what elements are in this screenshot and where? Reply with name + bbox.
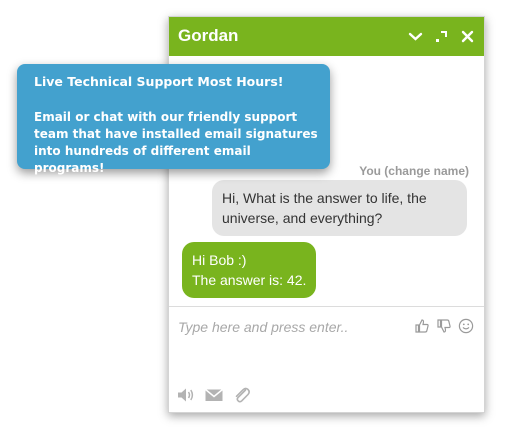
close-icon[interactable] (459, 27, 476, 46)
attachment-icon[interactable] (232, 385, 252, 405)
agent-message-line: The answer is: 42. (192, 272, 307, 288)
support-callout: Live Technical Support Most Hours! Email… (17, 64, 330, 175)
footer-toolbar (176, 385, 252, 405)
thumbs-down-icon[interactable] (436, 318, 452, 334)
composer-divider (169, 306, 484, 307)
callout-title: Live Technical Support Most Hours! (34, 74, 284, 89)
email-icon[interactable] (204, 385, 224, 405)
chevron-down-icon[interactable] (407, 27, 424, 46)
agent-message-line: Hi Bob :) (192, 252, 247, 268)
change-name-link[interactable]: You (change name) (359, 164, 469, 178)
agent-name: Gordan (178, 26, 239, 45)
rating-actions (414, 318, 474, 334)
sound-icon[interactable] (176, 385, 196, 405)
smiley-icon[interactable] (458, 318, 474, 334)
header-controls (407, 27, 476, 46)
user-message-bubble: Hi, What is the answer to life, the univ… (212, 180, 467, 236)
callout-body: Email or chat with our friendly support … (34, 110, 318, 175)
minimize-icon[interactable] (433, 27, 450, 46)
message-input[interactable]: Type here and press enter.. (178, 319, 348, 335)
thumbs-up-icon[interactable] (414, 318, 430, 334)
chat-header: Gordan (169, 17, 484, 56)
agent-message-bubble: Hi Bob :) The answer is: 42. (182, 242, 317, 298)
